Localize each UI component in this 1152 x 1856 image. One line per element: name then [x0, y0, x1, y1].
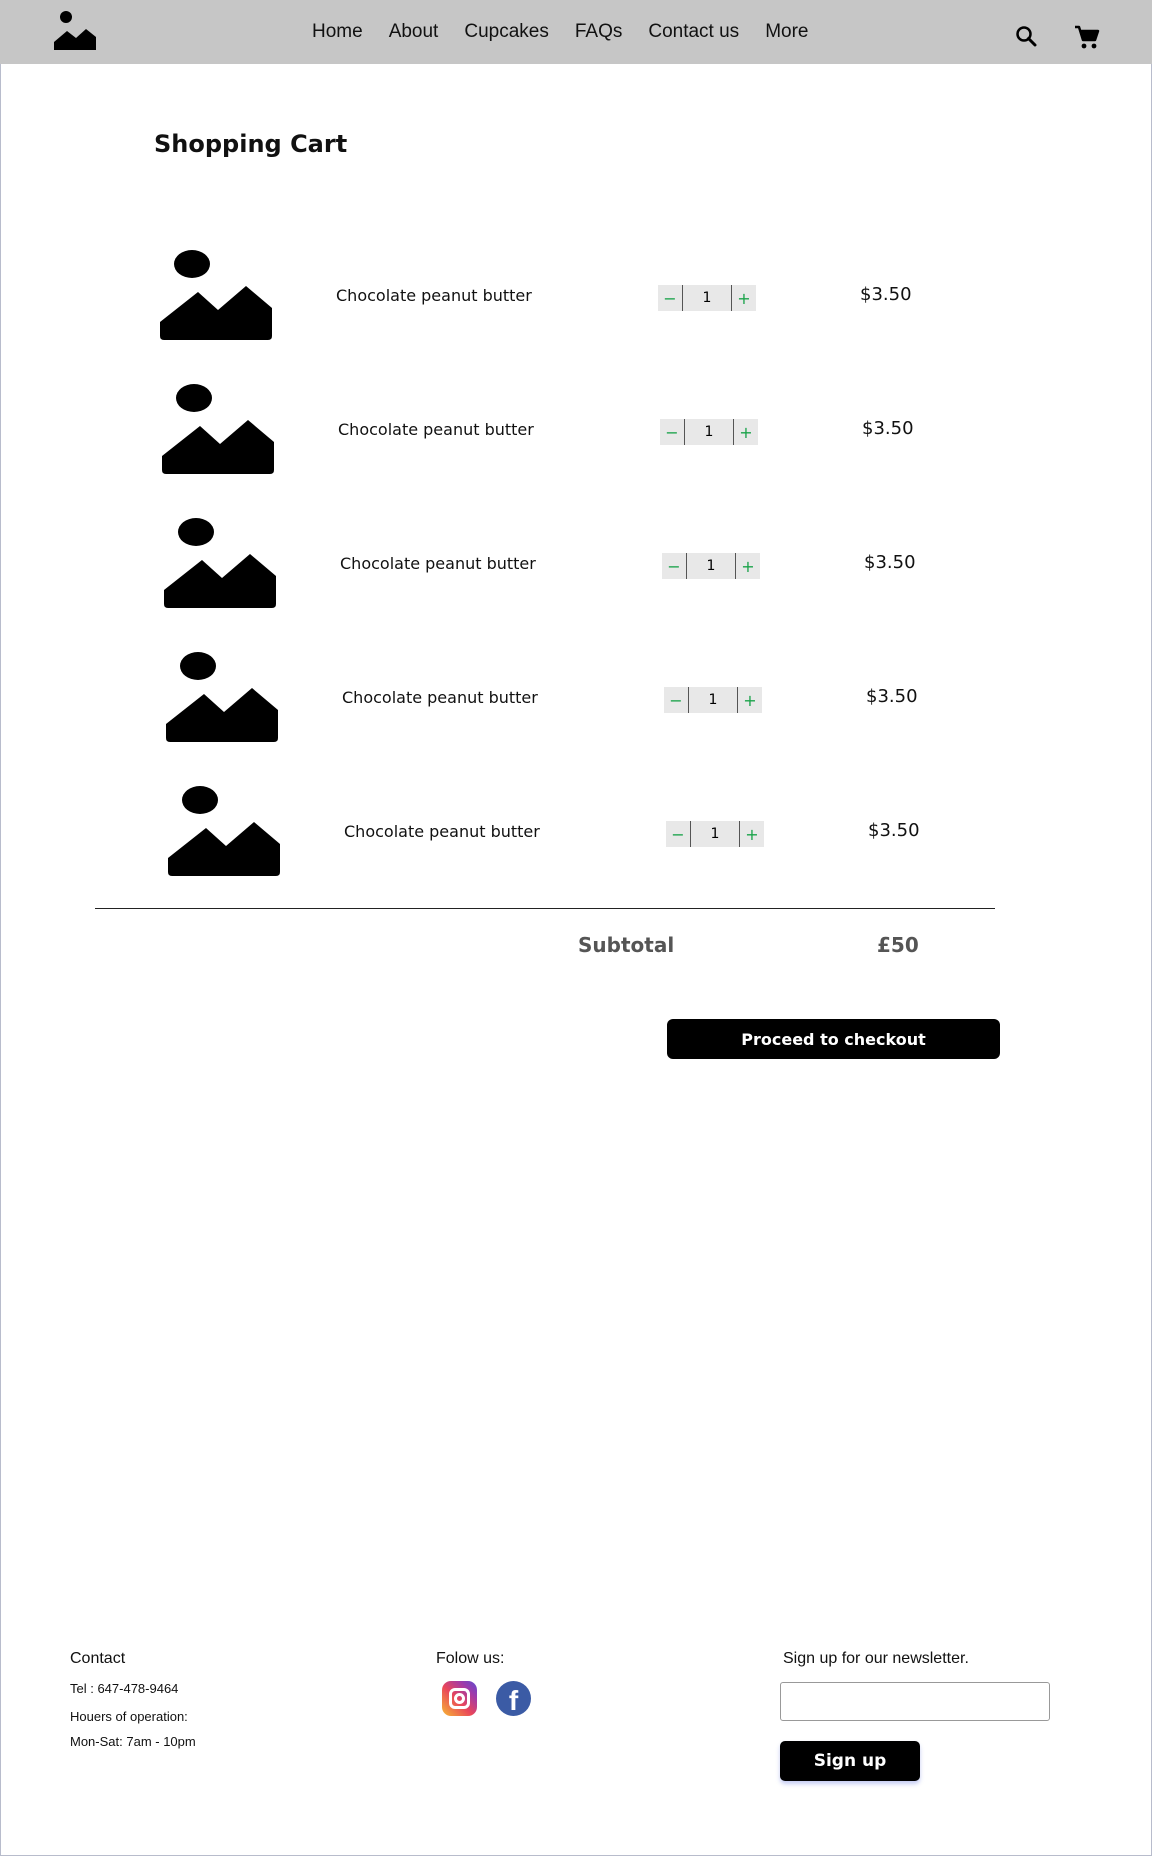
increment-button[interactable]: +	[740, 821, 764, 847]
proceed-to-checkout-button[interactable]: Proceed to checkout	[667, 1019, 1000, 1059]
decrement-button[interactable]: −	[660, 419, 684, 445]
footer-follow-heading: Folow us:	[436, 1650, 505, 1667]
product-name[interactable]: Chocolate peanut butter	[342, 688, 538, 707]
search-icon[interactable]	[1014, 24, 1040, 50]
cart-item-row: Chocolate peanut butter − 1 + $3.50	[162, 384, 922, 484]
product-name[interactable]: Chocolate peanut butter	[340, 554, 536, 573]
item-price: $3.50	[866, 686, 918, 707]
nav-more[interactable]: More	[765, 21, 808, 43]
footer-contact-heading: Contact	[70, 1650, 126, 1667]
nav-home[interactable]: Home	[312, 21, 363, 43]
quantity-value[interactable]: 1	[690, 821, 740, 847]
decrement-button[interactable]: −	[658, 285, 682, 311]
product-image-placeholder-icon	[162, 384, 274, 474]
footer-telephone: Tel : 647-478-9464	[70, 1681, 179, 1696]
increment-button[interactable]: +	[734, 419, 758, 445]
item-price: $3.50	[862, 418, 914, 439]
product-image-placeholder-icon	[166, 652, 278, 742]
nav-about[interactable]: About	[389, 21, 439, 43]
increment-button[interactable]: +	[738, 687, 762, 713]
product-name[interactable]: Chocolate peanut butter	[338, 420, 534, 439]
newsletter-heading: Sign up for our newsletter.	[783, 1650, 969, 1667]
cart-divider	[95, 908, 995, 909]
cart-item-row: Chocolate peanut butter − 1 + $3.50	[168, 786, 928, 886]
decrement-button[interactable]: −	[664, 687, 688, 713]
item-price: $3.50	[864, 552, 916, 573]
increment-button[interactable]: +	[736, 553, 760, 579]
quantity-stepper: − 1 +	[664, 687, 762, 713]
cart-item-row: Chocolate peanut butter − 1 + $3.50	[160, 250, 920, 350]
decrement-button[interactable]: −	[662, 553, 686, 579]
cart-item-row: Chocolate peanut butter − 1 + $3.50	[166, 652, 926, 752]
item-price: $3.50	[868, 820, 920, 841]
quantity-stepper: − 1 +	[660, 419, 758, 445]
nav-faqs[interactable]: FAQs	[575, 21, 623, 43]
quantity-value[interactable]: 1	[684, 419, 734, 445]
quantity-value[interactable]: 1	[686, 553, 736, 579]
newsletter-email-input[interactable]	[780, 1682, 1050, 1721]
product-image-placeholder-icon	[168, 786, 280, 876]
shopping-cart-icon[interactable]	[1073, 24, 1101, 50]
page-title: Shopping Cart	[154, 130, 348, 158]
instagram-icon[interactable]	[442, 1681, 477, 1716]
subtotal-label: Subtotal	[578, 933, 675, 957]
main-nav: Home About Cupcakes FAQs Contact us More	[312, 0, 834, 64]
top-navigation-bar: Home About Cupcakes FAQs Contact us More	[0, 0, 1152, 64]
quantity-stepper: − 1 +	[666, 821, 764, 847]
logo-image-icon[interactable]	[54, 10, 96, 52]
instagram-lens	[454, 1693, 465, 1704]
nav-contact-us[interactable]: Contact us	[648, 21, 739, 43]
quantity-value[interactable]: 1	[682, 285, 732, 311]
footer-hours: Mon-Sat: 7am - 10pm	[70, 1734, 196, 1749]
item-price: $3.50	[860, 284, 912, 305]
increment-button[interactable]: +	[732, 285, 756, 311]
instagram-dot	[466, 1690, 469, 1693]
quantity-stepper: − 1 +	[658, 285, 756, 311]
quantity-stepper: − 1 +	[662, 553, 760, 579]
subtotal-value: £50	[877, 933, 919, 957]
quantity-value[interactable]: 1	[688, 687, 738, 713]
product-image-placeholder-icon	[160, 250, 272, 340]
nav-cupcakes[interactable]: Cupcakes	[464, 21, 549, 43]
product-name[interactable]: Chocolate peanut butter	[344, 822, 540, 841]
product-name[interactable]: Chocolate peanut butter	[336, 286, 532, 305]
sign-up-button[interactable]: Sign up	[780, 1741, 920, 1781]
decrement-button[interactable]: −	[666, 821, 690, 847]
facebook-icon[interactable]: f	[496, 1681, 531, 1716]
product-image-placeholder-icon	[164, 518, 276, 608]
cart-item-row: Chocolate peanut butter − 1 + $3.50	[164, 518, 924, 618]
footer-hours-label: Houers of operation:	[70, 1709, 188, 1724]
